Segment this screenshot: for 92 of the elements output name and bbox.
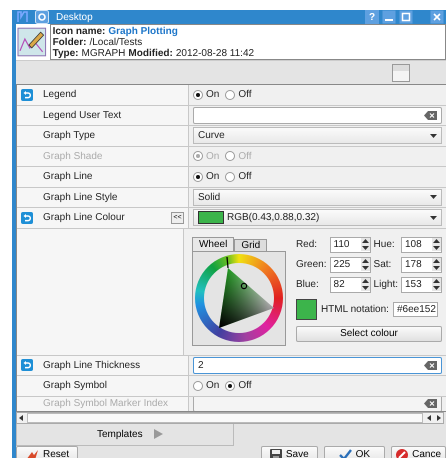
spin-arrows-icon[interactable] xyxy=(360,258,370,271)
checkmark-icon xyxy=(338,449,352,458)
colour-dropdown[interactable]: RGB(0.43,0.88,0.32) xyxy=(193,209,442,226)
colour-field-label: Light: xyxy=(374,279,398,290)
clear-icon[interactable] xyxy=(424,360,437,370)
colour-wheel-drawing[interactable] xyxy=(194,254,283,342)
undo-icon[interactable] xyxy=(21,359,33,372)
info-value: Graph Plotting xyxy=(108,26,178,37)
text-field[interactable]: 2 xyxy=(193,356,442,374)
spin-box[interactable]: 225 xyxy=(330,256,371,272)
picker-tab[interactable]: Wheel xyxy=(192,236,234,250)
info-label: Icon name: xyxy=(52,26,106,37)
property-label: Legend User Text xyxy=(43,110,122,121)
info-label: Type: xyxy=(52,48,79,59)
info-value: MGRAPH xyxy=(82,48,126,59)
property-label: Graph Shade xyxy=(43,150,102,162)
colour-field-label: Sat: xyxy=(374,259,392,270)
cancel-icon xyxy=(396,448,408,458)
action-button[interactable]: OK xyxy=(324,446,386,458)
html-notation-label: HTML notation: xyxy=(320,304,389,314)
radio-label: On xyxy=(206,89,220,100)
action-button[interactable]: Save xyxy=(260,446,318,458)
scroll-right-icon[interactable] xyxy=(435,412,443,422)
action-button[interactable]: Reset xyxy=(16,446,78,458)
spin-arrows-icon[interactable] xyxy=(360,278,370,291)
colour-swatch xyxy=(198,211,224,224)
text-field[interactable] xyxy=(193,106,442,124)
spin-box[interactable]: 108 xyxy=(401,236,442,252)
colour-field-label: Red: xyxy=(296,239,318,250)
property-label: Graph Symbol Marker Index xyxy=(43,398,168,409)
colour-field-label: Green: xyxy=(296,259,327,270)
maximize-icon[interactable] xyxy=(399,10,413,24)
info-label: Folder: xyxy=(52,37,86,48)
info-value: 2012-08-28 11:42 xyxy=(176,48,254,59)
colour-preview xyxy=(296,298,317,320)
spin-arrows-icon[interactable] xyxy=(360,238,370,251)
property-label: Graph Symbol xyxy=(43,380,107,392)
spin-box[interactable]: 82 xyxy=(330,276,371,292)
undo-icon[interactable] xyxy=(21,212,33,224)
spin-box[interactable]: 153 xyxy=(401,276,442,292)
radio-label: Off xyxy=(238,380,252,392)
dropdown[interactable]: Solid xyxy=(193,188,442,206)
spin-box[interactable]: 178 xyxy=(401,256,442,272)
graph-pencil-icon xyxy=(17,25,47,59)
scroll-left-icon[interactable] xyxy=(425,412,433,422)
scroll-left-icon[interactable] xyxy=(17,412,25,422)
spin-arrows-icon[interactable] xyxy=(432,258,441,271)
picker-tab[interactable]: Grid xyxy=(234,238,268,250)
close-icon[interactable] xyxy=(430,10,444,24)
radio-button[interactable] xyxy=(225,380,236,391)
panel-layout-icon[interactable] xyxy=(392,64,410,82)
undo-icon[interactable] xyxy=(21,88,33,101)
radio-label: Off xyxy=(238,171,252,182)
caret-icon xyxy=(430,134,437,138)
play-icon xyxy=(154,429,163,439)
minimize-icon[interactable] xyxy=(382,10,396,24)
window-menu-icon[interactable] xyxy=(35,10,49,24)
radio-button[interactable] xyxy=(193,172,203,182)
clear-icon[interactable] xyxy=(424,110,437,120)
property-label: Legend xyxy=(43,89,76,100)
property-label: Graph Line Style xyxy=(43,192,118,203)
scroll-thumb[interactable] xyxy=(27,412,423,422)
caret-icon xyxy=(430,195,437,200)
spin-box[interactable]: 110 xyxy=(330,236,371,252)
spin-arrows-icon[interactable] xyxy=(432,238,441,251)
colour-field-label: Blue: xyxy=(296,279,320,290)
radio-button[interactable] xyxy=(193,380,203,391)
select-colour-button[interactable]: Select colour xyxy=(296,326,442,342)
radio-label: Off xyxy=(238,89,252,100)
radio-label: On xyxy=(206,150,220,162)
property-label: Graph Line Colour xyxy=(43,212,125,224)
property-label: Graph Type xyxy=(43,130,96,142)
action-button[interactable]: Cance xyxy=(391,446,446,458)
radio-label: On xyxy=(206,380,220,392)
radio-button[interactable] xyxy=(225,172,236,182)
colour-field-label: Hue: xyxy=(374,239,396,250)
horizontal-scrollbar[interactable] xyxy=(16,412,444,424)
radio-label: On xyxy=(206,171,220,182)
window-title: Desktop xyxy=(56,12,93,22)
property-label: Graph Line Thickness xyxy=(43,360,140,371)
caret-icon xyxy=(430,216,437,220)
info-label: Modified: xyxy=(128,48,173,59)
spin-arrows-icon[interactable] xyxy=(432,278,441,291)
radio-label: Off xyxy=(238,150,252,162)
html-notation-field[interactable]: #6ee152 xyxy=(392,302,438,316)
radio-button[interactable] xyxy=(193,90,203,100)
property-label: Graph Line xyxy=(43,171,92,182)
dropdown[interactable]: Curve xyxy=(193,127,442,144)
radio-button[interactable] xyxy=(225,90,236,100)
panel-tab[interactable]: Templates xyxy=(16,424,234,446)
info-value: /Local/Tests xyxy=(89,37,142,48)
save-icon xyxy=(270,448,282,458)
